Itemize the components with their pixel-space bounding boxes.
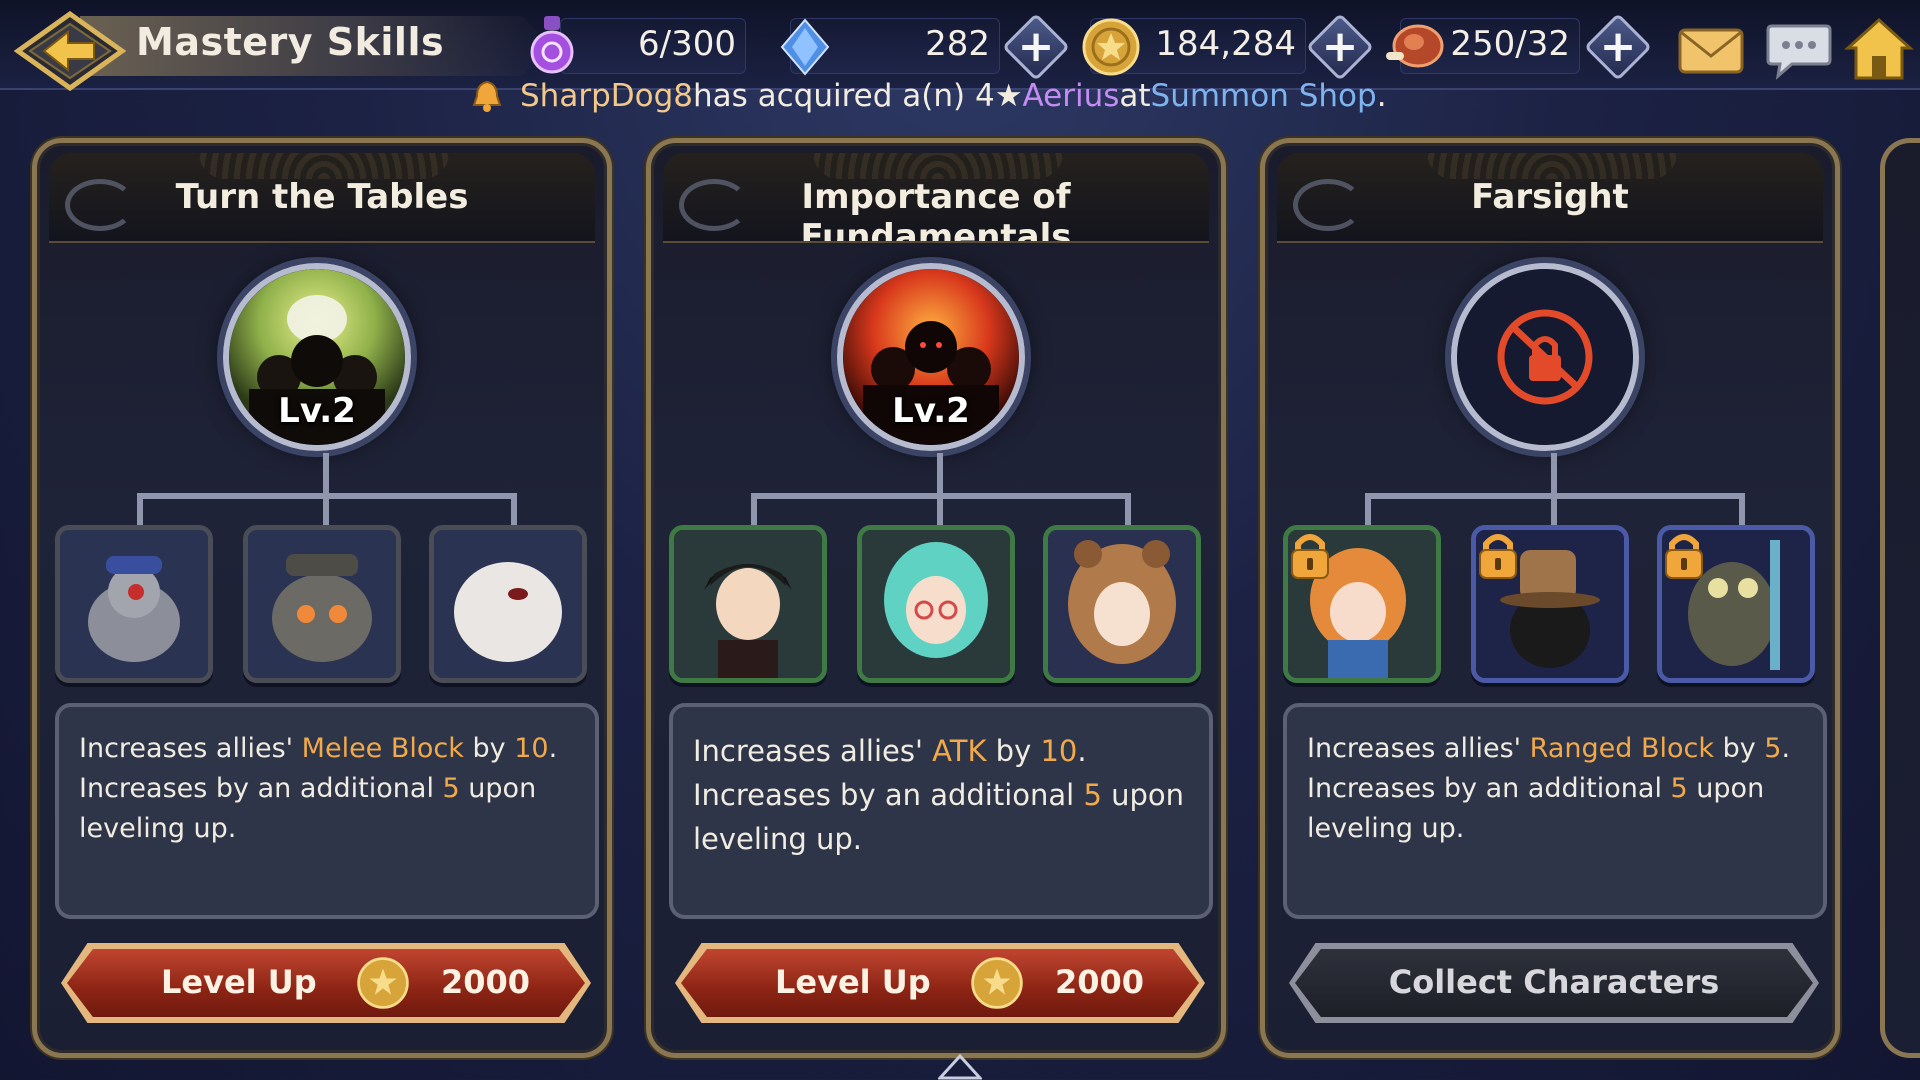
coin-icon [357, 957, 409, 1009]
page-title: Mastery Skills [136, 20, 445, 64]
ticker-shop-link[interactable]: Summon Shop [1151, 78, 1377, 114]
stat-amount: 5 [1764, 733, 1782, 764]
character-portrait[interactable] [243, 525, 401, 683]
card-title: Turn the Tables [175, 177, 469, 217]
skill-description-box: Increases allies' Ranged Block by 5. Inc… [1283, 703, 1827, 919]
card-header: Importance of Fundamentals [663, 153, 1209, 243]
level-up-cost: 2000 [441, 963, 531, 1001]
yeti-portrait-icon [434, 530, 582, 678]
lock-icon [1665, 534, 1703, 579]
ticker-text: . [1376, 78, 1387, 114]
tree-connector [323, 453, 329, 495]
plus-icon: + [1321, 21, 1359, 72]
plus-icon: + [1017, 21, 1055, 72]
ticker-text: at [1119, 78, 1151, 114]
level-up-label: Level Up [775, 963, 931, 1001]
stamina-value: 6/300 [638, 24, 736, 64]
skill-description-box: Increases allies' Melee Block by 10. Inc… [55, 703, 599, 919]
stat-amount: 10 [514, 733, 549, 764]
golem-portrait-icon [60, 530, 208, 678]
acquisition-ticker: SharpDog8 has acquired a(n) 4★ Aerius at… [470, 76, 1387, 116]
gems-value: 282 [925, 24, 990, 64]
stat-extra: 5 [1670, 773, 1688, 804]
character-portrait-locked[interactable] [1283, 525, 1441, 683]
bell-icon [472, 80, 502, 112]
character-portrait[interactable] [55, 525, 213, 683]
home-icon[interactable] [1844, 16, 1914, 84]
coin-icon [971, 957, 1023, 1009]
character-portrait-locked[interactable] [1657, 525, 1815, 683]
meat-icon [1386, 24, 1444, 68]
mastery-card-turn-the-tables: Turn the Tables Lv.2 Increases allies' M… [32, 138, 612, 1058]
stat-name: ATK [932, 734, 987, 768]
teal-hair-girl-portrait-icon [862, 530, 1010, 678]
add-meat-button[interactable]: + [1584, 13, 1652, 81]
skill-description: Increases allies' Melee Block by 10. Inc… [79, 733, 558, 844]
collect-characters-label: Collect Characters [1388, 963, 1720, 1001]
skill-level: Lv.2 [278, 391, 356, 431]
boy-portrait-icon [674, 530, 822, 678]
skill-medal[interactable]: Lv.2 [837, 263, 1025, 451]
urn-portrait-icon [248, 530, 396, 678]
stat-name: Melee Block [301, 733, 464, 764]
card-title: Farsight [1471, 177, 1629, 217]
locked-skill-icon [1457, 269, 1633, 445]
brown-hair-girl-portrait-icon [1048, 530, 1196, 678]
mastery-card-importance-of-fundamentals: Importance of Fundamentals Lv.2 Increase… [646, 138, 1226, 1058]
card-title: Importance of Fundamentals [800, 177, 1072, 243]
level-up-cost: 2000 [1055, 963, 1145, 1001]
stat-extra: 5 [442, 773, 460, 804]
lock-icon [1479, 534, 1517, 579]
lock-icon [1291, 534, 1329, 579]
mail-icon[interactable] [1676, 16, 1746, 84]
skill-medal-locked[interactable] [1451, 263, 1639, 451]
skill-level: Lv.2 [892, 391, 970, 431]
crystal-icon [780, 18, 830, 76]
ticker-text: has acquired a(n) 4★ [692, 78, 1023, 114]
back-arrow-icon [14, 10, 126, 92]
character-portrait-locked[interactable] [1471, 525, 1629, 683]
level-up-button[interactable]: Level Up 2000 [61, 943, 591, 1023]
stat-amount: 10 [1040, 734, 1078, 768]
potion-icon [530, 16, 574, 74]
meat-value: 250/32 [1450, 24, 1570, 64]
stat-name: Ranged Block [1529, 733, 1714, 764]
skill-description: Increases allies' ATK by 10. Increases b… [693, 734, 1185, 856]
skill-medal[interactable]: Lv.2 [223, 263, 411, 451]
level-up-button[interactable]: Level Up 2000 [675, 943, 1205, 1023]
collect-characters-button[interactable]: Collect Characters [1289, 943, 1819, 1023]
character-portrait[interactable] [669, 525, 827, 683]
stat-extra: 5 [1083, 778, 1102, 812]
add-gems-button[interactable]: + [1002, 13, 1070, 81]
character-portrait[interactable] [429, 525, 587, 683]
mastery-card-farsight: Farsight Increases allies' Ranged Block … [1260, 138, 1840, 1058]
plus-icon: + [1599, 21, 1637, 72]
skill-description: Increases allies' Ranged Block by 5. Inc… [1307, 733, 1791, 844]
gold-value: 184,284 [1155, 24, 1296, 64]
character-portrait[interactable] [1043, 525, 1201, 683]
skill-description-box: Increases allies' ATK by 10. Increases b… [669, 703, 1213, 919]
scroll-up-arrow-icon[interactable] [938, 1054, 982, 1080]
character-portrait[interactable] [857, 525, 1015, 683]
card-header: Farsight [1277, 153, 1823, 243]
ticker-hero: Aerius [1022, 78, 1120, 114]
level-up-label: Level Up [161, 963, 317, 1001]
add-gold-button[interactable]: + [1306, 13, 1374, 81]
next-card-partial[interactable] [1880, 138, 1920, 1058]
card-header: Turn the Tables [49, 153, 595, 243]
coin-icon [1082, 18, 1140, 76]
chat-icon[interactable] [1764, 16, 1834, 84]
back-button[interactable] [14, 10, 126, 92]
ticker-user: SharpDog8 [520, 78, 693, 114]
